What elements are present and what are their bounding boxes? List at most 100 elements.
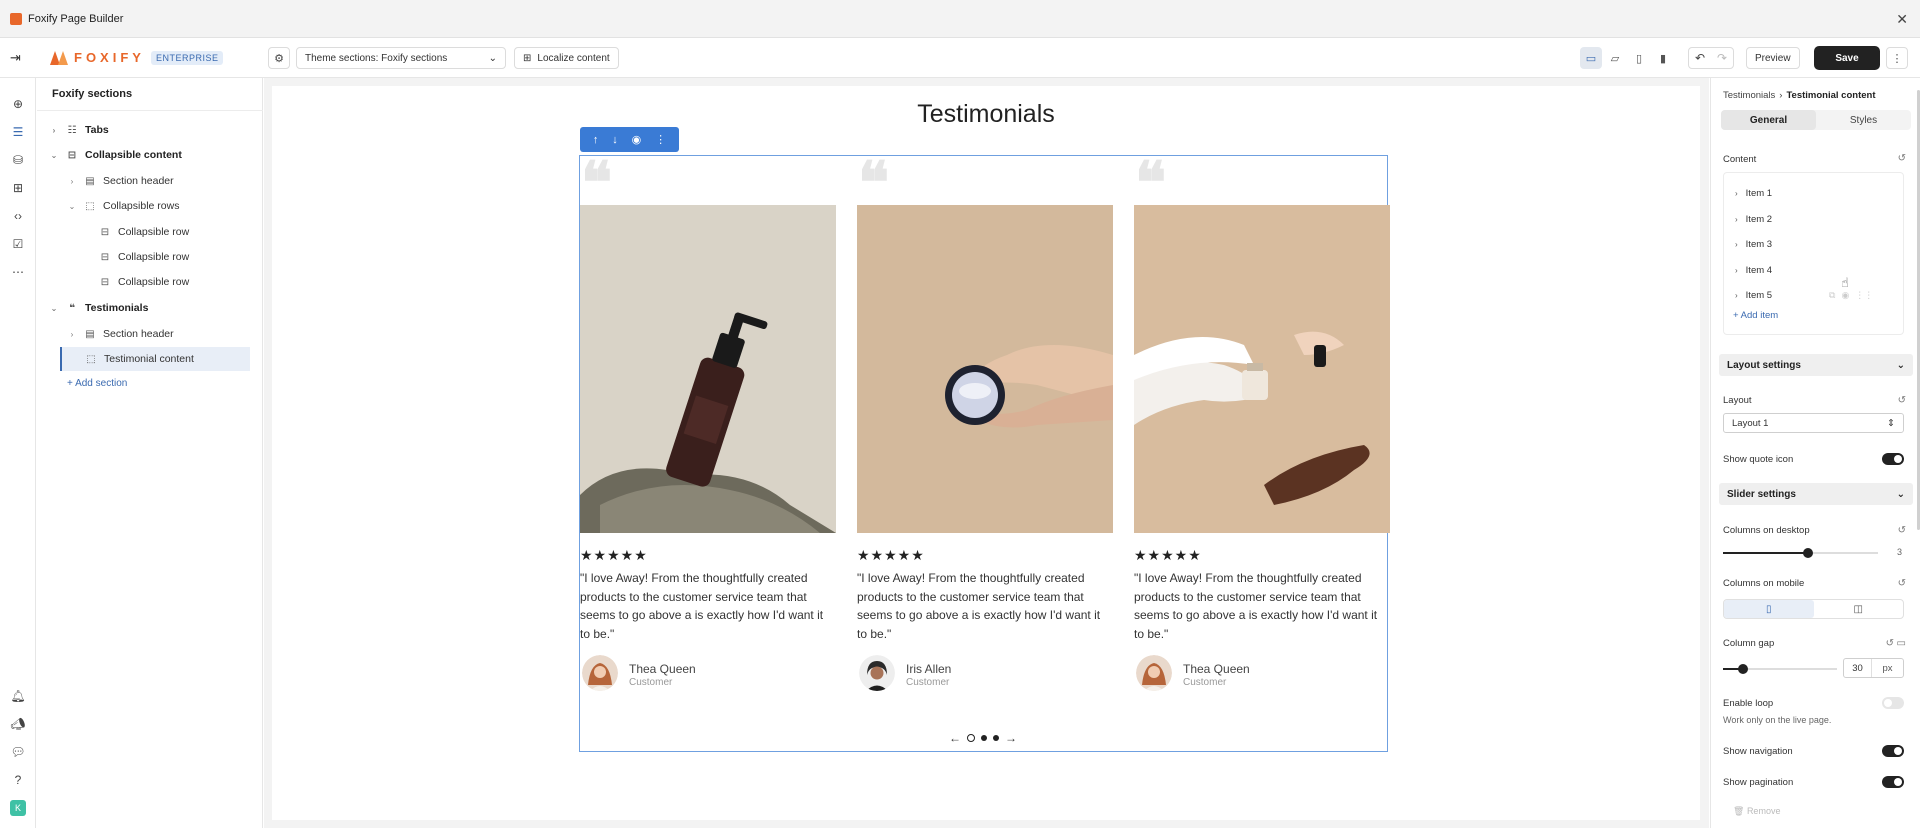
drag-handle-icon[interactable]: ⋮⋮ — [1855, 290, 1873, 301]
list-item[interactable]: › Item 4 — [1735, 265, 1772, 276]
section-heading[interactable]: Testimonials — [272, 100, 1700, 129]
show-quote-icon-toggle[interactable] — [1882, 453, 1904, 465]
tab-general[interactable]: General — [1721, 110, 1816, 130]
reset-icon[interactable]: ↺ — [1898, 578, 1906, 589]
column-gap-thumb[interactable] — [1738, 664, 1748, 674]
reset-icon[interactable]: ↺ — [1886, 638, 1894, 649]
layout-settings-header[interactable]: Layout settings ⌄ — [1719, 354, 1913, 376]
chevron-right-icon[interactable]: › — [49, 126, 59, 135]
reset-icon[interactable]: ↺ — [1898, 153, 1906, 164]
chevron-down-icon[interactable]: ⌄ — [49, 304, 59, 313]
tree-item-collapsible-row[interactable]: ⊟ Collapsible row — [37, 245, 263, 269]
mobile-view-icon[interactable]: ▮ — [1652, 47, 1674, 69]
two-column-icon[interactable]: ◫ — [1814, 600, 1904, 618]
tree-label: Collapsible rows — [103, 200, 180, 212]
tree-item-collapsible-rows[interactable]: ⌄ ⬚ Collapsible rows — [37, 194, 263, 218]
pagination-dot[interactable] — [981, 735, 987, 741]
show-navigation-toggle[interactable] — [1882, 745, 1904, 757]
apps-icon[interactable]: ⊞ — [10, 180, 26, 196]
move-down-icon[interactable]: ↓ — [612, 134, 618, 146]
save-button[interactable]: Save — [1814, 46, 1880, 70]
tree-item-collapsible-content[interactable]: ⌄ ⊟ Collapsible content — [37, 143, 263, 167]
chevron-right-icon: › — [1735, 266, 1738, 275]
move-up-icon[interactable]: ↑ — [593, 134, 599, 146]
chevron-right-icon[interactable]: › — [67, 177, 77, 186]
keyboard-icon[interactable]: K — [10, 800, 26, 816]
chevron-down-icon[interactable]: ⌄ — [49, 151, 59, 160]
exit-icon[interactable]: ⇥ — [10, 50, 26, 66]
theme-sections-select[interactable]: Theme sections: Foxify sections ⌄ — [296, 47, 506, 69]
reset-icon[interactable]: ↺ — [1898, 525, 1906, 536]
preview-button[interactable]: Preview — [1746, 47, 1800, 69]
visibility-icon[interactable]: ◉ — [1841, 290, 1849, 301]
bell-icon[interactable]: 🔔︎ — [10, 688, 26, 704]
list-item[interactable]: › Item 3 — [1735, 239, 1772, 250]
show-pagination-toggle[interactable] — [1882, 776, 1904, 788]
desktop-view-icon[interactable]: ▭ — [1580, 47, 1602, 69]
code-icon[interactable]: ‹› — [10, 208, 26, 224]
undo-icon[interactable]: ↶ — [1689, 48, 1711, 68]
tree-item-collapsible-row[interactable]: ⊟ Collapsible row — [37, 220, 263, 244]
pagination-dot[interactable] — [967, 734, 975, 742]
breadcrumb-parent[interactable]: Testimonials — [1723, 90, 1775, 101]
checklist-icon[interactable]: ☑ — [10, 236, 26, 252]
slider-settings-header[interactable]: Slider settings ⌄ — [1719, 483, 1913, 505]
layout-select[interactable]: Layout 1 ⇕ — [1723, 413, 1904, 433]
one-column-icon[interactable]: ▯ — [1724, 600, 1814, 618]
columns-desktop-label: Columns on desktop — [1723, 525, 1810, 536]
close-icon[interactable]: ✕ — [1896, 11, 1908, 28]
columns-mobile-segmented: ▯ ◫ — [1723, 599, 1904, 619]
tree-item-testimonials[interactable]: ⌄ ❝ Testimonials — [37, 296, 263, 320]
column-gap-value[interactable]: 30 — [1844, 659, 1872, 677]
device-icon[interactable]: ▭ — [1897, 638, 1906, 649]
add-icon[interactable]: ⊕ — [10, 96, 26, 112]
customer-role: Customer — [1183, 677, 1227, 688]
more-options-icon[interactable]: ⋮ — [655, 133, 666, 146]
arrow-left-icon[interactable]: ← — [949, 731, 961, 745]
collapsible-icon: ⊟ — [67, 149, 77, 161]
column-gap-unit[interactable]: px — [1872, 659, 1903, 677]
more-options-icon[interactable]: ⋮ — [1886, 47, 1908, 69]
reset-icon[interactable]: ↺ — [1898, 395, 1906, 406]
tree-label: Testimonial content — [104, 353, 194, 365]
pagination-dot[interactable] — [993, 735, 999, 741]
window-titlebar: Foxify Page Builder ✕ — [0, 0, 1920, 38]
duplicate-icon[interactable]: ⧉ — [1829, 290, 1835, 301]
columns-desktop-thumb[interactable] — [1803, 548, 1813, 558]
list-item[interactable]: › Item 5 — [1735, 290, 1772, 301]
tablet-view-icon[interactable]: ▯ — [1628, 47, 1650, 69]
tree-item-section-header[interactable]: › ▤ Section header — [37, 169, 263, 193]
chevron-down-icon[interactable]: ⌄ — [67, 202, 77, 211]
megaphone-icon[interactable]: 📣︎ — [10, 716, 26, 732]
laptop-view-icon[interactable]: ▱ — [1604, 47, 1626, 69]
group-title: Layout settings — [1727, 359, 1801, 371]
tree-item-tabs[interactable]: › ☷ Tabs — [37, 118, 263, 142]
enable-loop-toggle[interactable] — [1882, 697, 1904, 709]
database-icon[interactable]: ⛁ — [10, 152, 26, 168]
settings-button[interactable]: ⚙ — [268, 47, 290, 69]
header-icon: ▤ — [85, 175, 95, 187]
arrow-right-icon[interactable]: → — [1005, 731, 1017, 745]
redo-icon[interactable]: ↷ — [1711, 48, 1733, 68]
more-icon[interactable]: ⋯ — [10, 264, 26, 280]
chevron-right-icon[interactable]: › — [67, 330, 77, 339]
tree-item-collapsible-row[interactable]: ⊟ Collapsible row — [37, 270, 263, 294]
enterprise-badge: ENTERPRISE — [150, 50, 224, 65]
column-gap-input[interactable]: 30 px — [1843, 658, 1904, 678]
tree-item-testimonial-content[interactable]: ⬚ Testimonial content — [60, 347, 250, 371]
add-item-button[interactable]: + Add item — [1733, 310, 1778, 321]
sections-icon[interactable]: ☰ — [10, 124, 26, 140]
visibility-icon[interactable]: ◉ — [632, 133, 642, 146]
add-section-button[interactable]: + Add section — [67, 378, 127, 389]
help-icon[interactable]: ? — [10, 772, 26, 788]
chat-icon[interactable]: 💬︎ — [10, 744, 26, 760]
tree-item-section-header[interactable]: › ▤ Section header — [37, 322, 263, 346]
remove-button[interactable]: 🗑︎ Remove — [1733, 806, 1780, 817]
list-item[interactable]: › Item 1 — [1735, 188, 1772, 199]
localize-content-button[interactable]: ⊞ Localize content — [514, 47, 619, 69]
chevron-down-icon: ⌄ — [1896, 359, 1905, 371]
list-item[interactable]: › Item 2 — [1735, 214, 1772, 225]
tab-styles[interactable]: Styles — [1816, 110, 1911, 130]
remove-label: Remove — [1746, 806, 1781, 816]
column-gap-label: Column gap — [1723, 638, 1775, 649]
